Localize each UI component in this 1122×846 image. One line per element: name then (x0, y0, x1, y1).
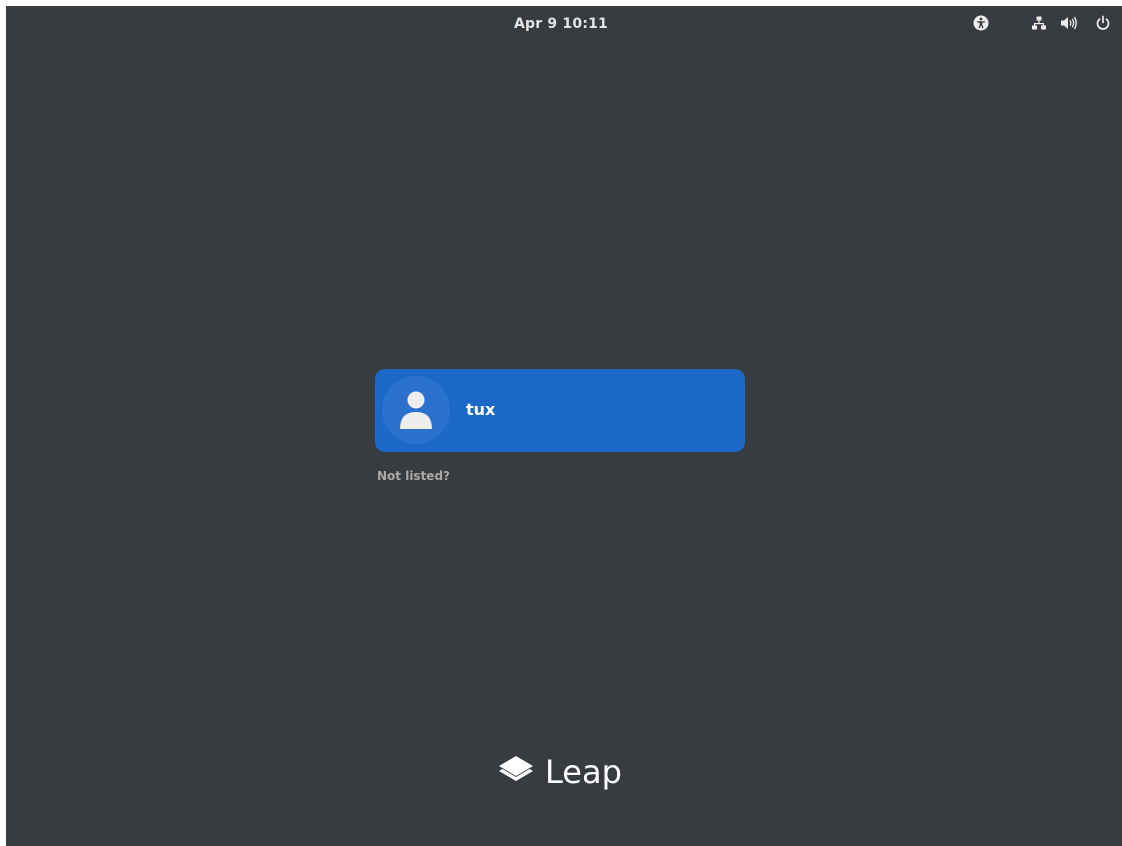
top-bar: Apr 9 10:11 (6, 6, 1122, 42)
user-silhouette-icon (382, 376, 450, 444)
leap-logo-icon (497, 754, 535, 790)
distro-branding: Leap (497, 750, 622, 794)
volume-icon[interactable] (1060, 14, 1078, 32)
distro-name: Leap (545, 753, 622, 791)
not-listed-link[interactable]: Not listed? (377, 469, 450, 483)
user-list-item[interactable]: tux (375, 369, 745, 452)
network-wired-icon[interactable] (1030, 14, 1048, 32)
clock[interactable]: Apr 9 10:11 (6, 16, 1122, 32)
power-icon[interactable] (1094, 14, 1112, 32)
user-name: tux (466, 400, 496, 419)
login-screen: Apr 9 10:11 tux Not listed? Leap (6, 6, 1122, 846)
accessibility-icon[interactable] (972, 14, 990, 32)
